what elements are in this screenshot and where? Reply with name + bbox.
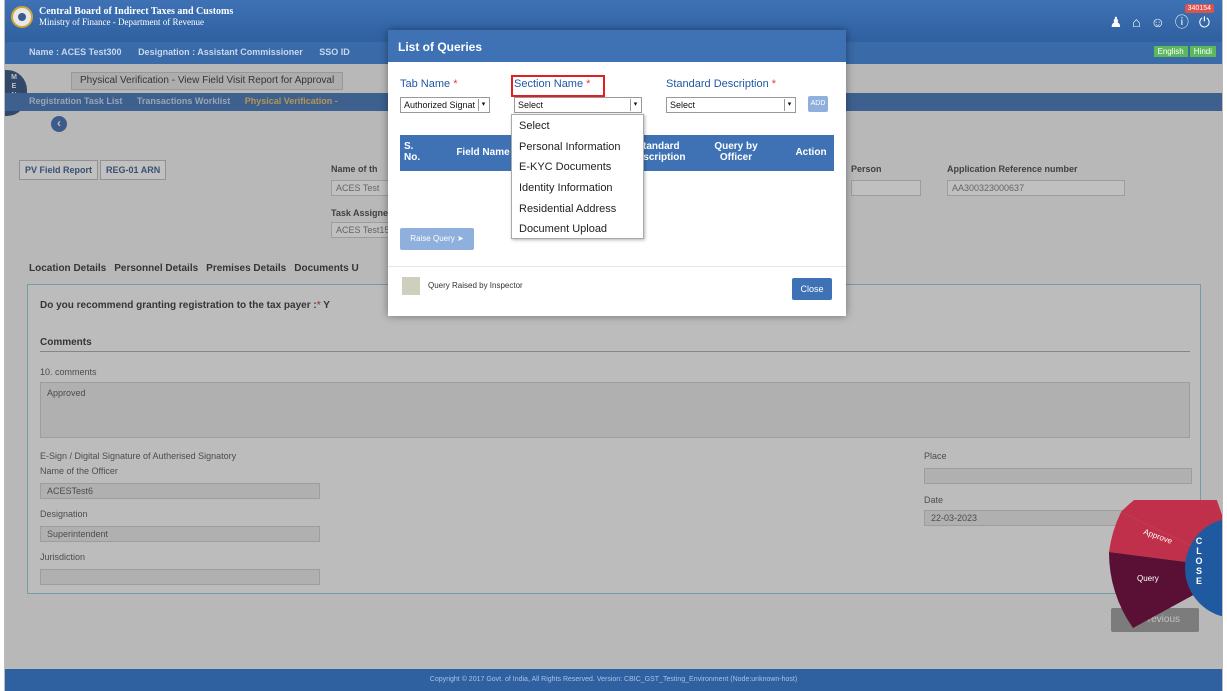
user-name: Name : ACES Test300 (29, 47, 122, 57)
org-title: Central Board of Indirect Taxes and Cust… (39, 6, 233, 27)
option-select[interactable]: Select (512, 117, 643, 138)
required-marker: * (453, 78, 458, 90)
option-personal-information[interactable]: Personal Information (512, 138, 643, 159)
close-button[interactable]: Close (792, 278, 832, 300)
notification-badge: 340154 (1184, 4, 1214, 13)
legend-text: Query Raised by Inspector (428, 281, 523, 290)
user-designation: Designation : Assistant Commissioner (138, 47, 303, 57)
std-desc-label: Standard Description * (666, 78, 776, 90)
required-marker: * (771, 78, 777, 90)
chevron-down-icon: ▾ (630, 99, 640, 111)
query-label[interactable]: Query (1137, 574, 1159, 583)
user-icon[interactable]: ☺ (1151, 14, 1165, 30)
col-sno: S. No. (404, 141, 421, 163)
header-icons: ♟ ⌂ ☺ ⓘ ⏻ (1110, 12, 1210, 32)
option-ekyc-documents[interactable]: E-KYC Documents (512, 158, 643, 179)
section-name-value: Select (518, 100, 544, 110)
language-switch: English Hindi (1153, 46, 1216, 57)
home-icon[interactable]: ⌂ (1132, 14, 1140, 30)
col-query-by-officer: Query by Officer (714, 141, 758, 163)
col-action: Action (795, 147, 827, 158)
tab-name-select[interactable]: Authorized Signat ▾ (400, 97, 490, 113)
org-name: Central Board of Indirect Taxes and Cust… (39, 6, 234, 17)
dialog-divider (388, 266, 846, 267)
raise-query-button[interactable]: Raise Query ➤ (400, 228, 474, 250)
section-name-dropdown: Select Personal Information E-KYC Docume… (511, 114, 644, 239)
hindi-button[interactable]: Hindi (1189, 46, 1216, 57)
section-name-highlight (511, 75, 605, 97)
footer: Copyright © 2017 Govt. of India, All Rig… (5, 669, 1222, 691)
std-desc-select[interactable]: Select ▾ (666, 97, 796, 113)
tab-name-text: Tab Name (400, 78, 451, 90)
option-identity-information[interactable]: Identity Information (512, 179, 643, 200)
info-icon[interactable]: ⓘ (1175, 12, 1189, 32)
std-desc-text: Standard Description (666, 78, 769, 90)
close-wheel-label: CLOSE (1195, 536, 1203, 586)
chevron-down-icon: ▾ (784, 99, 794, 111)
org-subtitle: Ministry of Finance - Department of Reve… (39, 17, 204, 27)
dialog-title: List of Queries (388, 30, 846, 62)
chevron-down-icon: ▾ (478, 99, 488, 111)
legend-swatch (402, 277, 420, 295)
user-sso: SSO ID (319, 47, 350, 57)
user-group-icon[interactable]: ♟ (1110, 14, 1123, 31)
power-icon[interactable]: ⏻ (1199, 14, 1210, 31)
option-residential-address[interactable]: Residential Address (512, 200, 643, 221)
option-document-upload[interactable]: Document Upload (512, 220, 643, 241)
english-button[interactable]: English (1153, 46, 1188, 57)
emblem-logo (11, 6, 33, 28)
std-desc-value: Select (670, 100, 696, 110)
col-field-name: Field Name (456, 147, 510, 158)
section-name-select[interactable]: Select ▾ (514, 97, 642, 113)
tab-name-value: Authorized Signat (404, 100, 476, 110)
tab-name-label: Tab Name * (400, 78, 457, 90)
raise-query-label: Raise Query (410, 234, 455, 243)
add-button[interactable]: ADD (808, 96, 828, 112)
